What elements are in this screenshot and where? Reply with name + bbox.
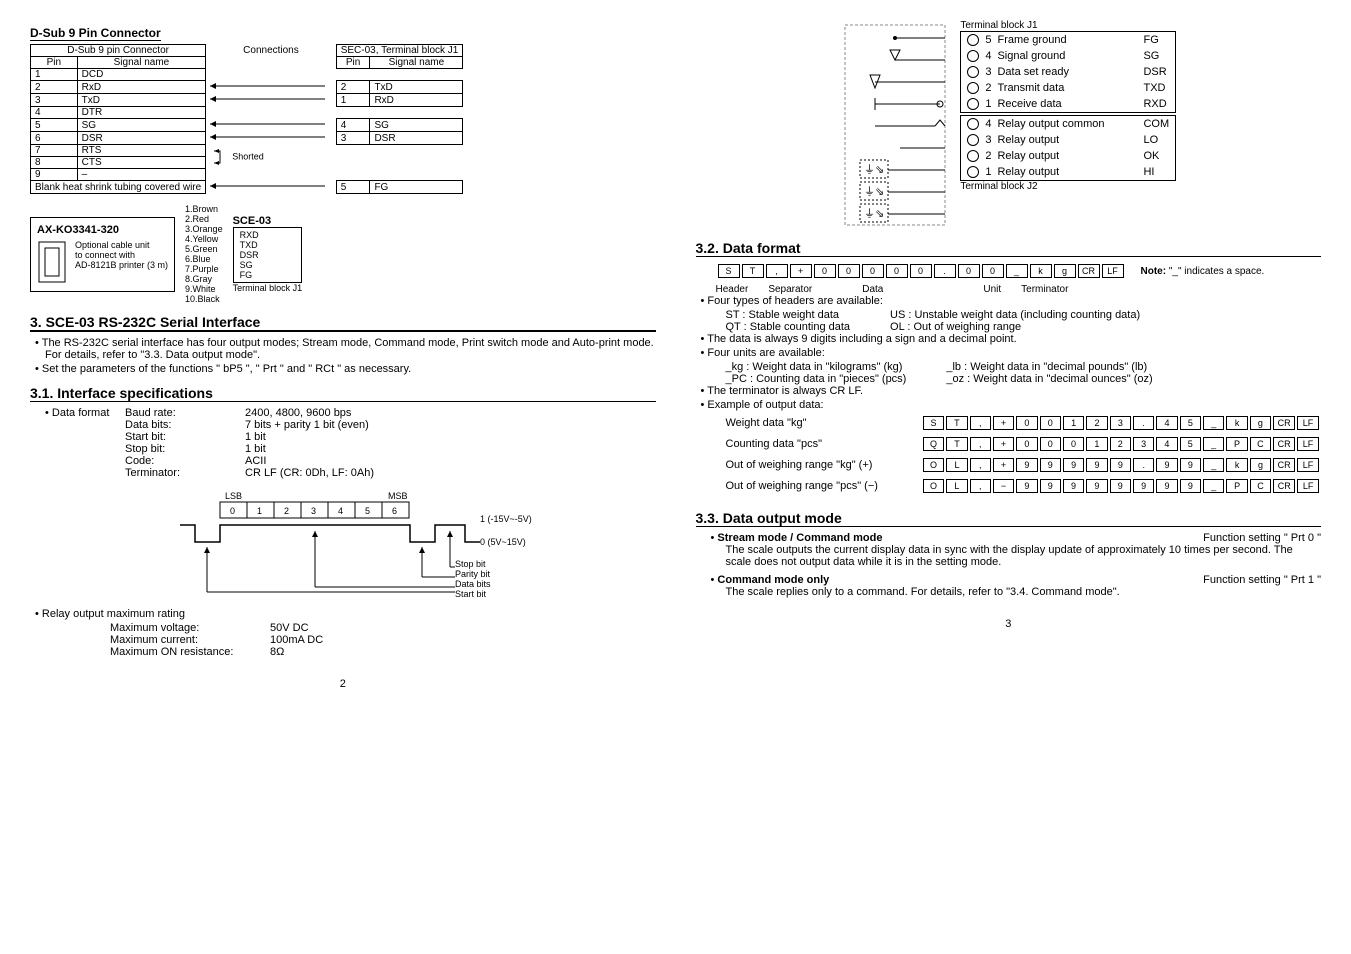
th-pin2: Pin <box>336 57 370 69</box>
page-2: D-Sub 9 Pin Connector D-Sub 9 pin Connec… <box>30 20 656 690</box>
th-sig2: Signal name <box>370 57 463 69</box>
th-sec03: SEC-03, Terminal block J1 <box>336 45 463 57</box>
svg-text:LSB: LSB <box>225 491 242 501</box>
format-cells: ST,+00000.00_kgCRLF <box>716 262 1126 280</box>
svg-text:6: 6 <box>392 506 397 516</box>
page-number-3: 3 <box>696 618 1322 630</box>
s31-title: 3.1. Interface specifications <box>30 385 656 402</box>
svg-text:2: 2 <box>284 506 289 516</box>
ax-label: AX-KO3341-320 <box>37 224 168 236</box>
connector-table: D-Sub 9 pin Connector Connections SEC-03… <box>30 44 463 194</box>
th-dsub: D-Sub 9 pin Connector <box>31 45 206 57</box>
svg-text:1: 1 <box>257 506 262 516</box>
svg-text:Data bits: Data bits <box>455 579 491 589</box>
circuit-icon: ⏚⇘ ⏚⇘ ⏚⇘ <box>840 20 950 230</box>
th-pin: Pin <box>31 57 78 69</box>
svg-text:Start bit: Start bit <box>455 589 487 597</box>
svg-text:5: 5 <box>365 506 370 516</box>
svg-text:⏚⇘: ⏚⇘ <box>864 207 884 220</box>
page-3: ⏚⇘ ⏚⇘ ⏚⇘ Terminal block J1 5 Frame groun… <box>696 20 1322 690</box>
svg-text:0 (5V~15V): 0 (5V~15V) <box>480 537 526 547</box>
svg-text:Parity bit: Parity bit <box>455 569 491 579</box>
th-connections: Connections <box>206 45 337 57</box>
s3-title: 3. SCE-03 RS-232C Serial Interface <box>30 314 656 332</box>
cable-desc: Optional cable unit to connect with AD-8… <box>75 240 168 285</box>
connector-icon <box>37 240 67 285</box>
cable-diagram: AX-KO3341-320 Optional cable unit to con… <box>30 204 656 304</box>
th-sig: Signal name <box>77 57 206 69</box>
relay-title: Relay output maximum rating <box>45 608 656 620</box>
terminal-diagram: ⏚⇘ ⏚⇘ ⏚⇘ Terminal block J1 5 Frame groun… <box>696 20 1322 230</box>
s3-bullet1: The RS-232C serial interface has four ou… <box>45 337 656 361</box>
s32-title: 3.2. Data format <box>696 240 1322 257</box>
svg-text:MSB: MSB <box>388 491 408 501</box>
sce03-label: SCE-03 <box>233 215 303 227</box>
svg-text:⏚⇘: ⏚⇘ <box>864 163 884 176</box>
bit-diagram: LSB MSB 0 1 2 3 4 5 6 1 (-15V~-5V) 0 (5V… <box>170 487 656 600</box>
svg-text:4: 4 <box>338 506 343 516</box>
s3-bullet2: Set the parameters of the functions " bP… <box>45 363 656 375</box>
svg-text:0: 0 <box>230 506 235 516</box>
svg-text:3: 3 <box>311 506 316 516</box>
svg-text:⏚⇘: ⏚⇘ <box>864 185 884 198</box>
dsub-heading: D-Sub 9 Pin Connector <box>30 26 161 41</box>
svg-text:Stop bit: Stop bit <box>455 559 486 569</box>
s33-title: 3.3. Data output mode <box>696 510 1322 527</box>
page-number-2: 2 <box>30 678 656 690</box>
svg-text:1 (-15V~-5V): 1 (-15V~-5V) <box>480 514 532 524</box>
